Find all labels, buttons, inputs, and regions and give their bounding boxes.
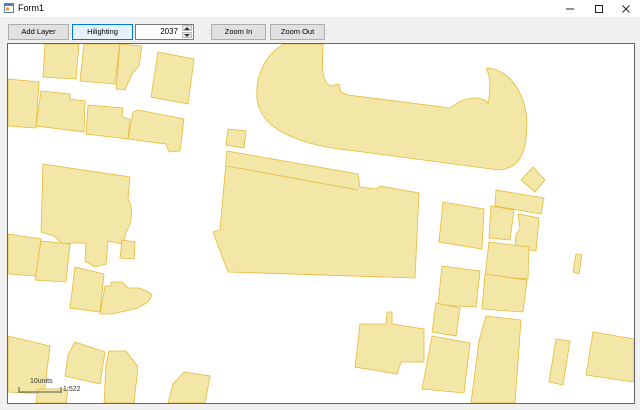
feature-id-stepper[interactable]: 2037: [135, 24, 194, 40]
building-polygon[interactable]: [34, 240, 71, 283]
building-polygon[interactable]: [421, 335, 471, 394]
building-polygon[interactable]: [115, 44, 143, 91]
building-polygon[interactable]: [99, 281, 153, 315]
building-polygon[interactable]: [481, 273, 528, 313]
add-layer-button[interactable]: Add Layer: [8, 24, 69, 40]
building-polygon[interactable]: [79, 44, 121, 85]
building-polygon[interactable]: [431, 302, 461, 337]
building-polygon[interactable]: [150, 51, 195, 105]
building-polygon[interactable]: [35, 90, 86, 133]
building-polygon[interactable]: [69, 266, 105, 313]
building-polygon[interactable]: [484, 241, 530, 280]
building-polygon[interactable]: [548, 338, 571, 386]
title-bar: Form1: [0, 0, 640, 18]
building-polygon[interactable]: [167, 371, 211, 403]
app-form-icon: [4, 3, 14, 13]
stepper-up-button[interactable]: [182, 25, 192, 31]
building-layer: [8, 44, 634, 403]
scale-bar-ruler: [18, 387, 62, 393]
building-polygon[interactable]: [42, 44, 80, 80]
close-icon: [612, 4, 640, 14]
stepper-value[interactable]: 2037: [136, 25, 180, 39]
scale-bar-label: 10units: [30, 378, 53, 385]
building-polygon[interactable]: [8, 233, 42, 277]
building-polygon[interactable]: [572, 253, 583, 275]
zoom-out-button[interactable]: Zoom Out: [270, 24, 325, 40]
minimize-button[interactable]: [556, 0, 584, 17]
building-polygon[interactable]: [127, 109, 185, 153]
building-polygon[interactable]: [437, 265, 481, 308]
building-polygon[interactable]: [212, 150, 420, 279]
scale-bar: 10units 1:522: [16, 378, 96, 400]
building-polygon[interactable]: [85, 104, 131, 140]
chevron-down-icon: [184, 34, 190, 37]
close-button[interactable]: [612, 0, 640, 17]
maximize-icon: [585, 4, 613, 14]
minimize-icon: [556, 4, 584, 14]
zoom-in-button[interactable]: Zoom In: [211, 24, 266, 40]
building-polygon[interactable]: [256, 44, 528, 171]
building-polygon[interactable]: [438, 201, 485, 250]
building-polygon[interactable]: [488, 205, 515, 241]
building-polygon[interactable]: [585, 331, 634, 383]
hilighting-button[interactable]: Hilighting: [72, 24, 133, 40]
building-polygon[interactable]: [119, 239, 136, 260]
window-title: Form1: [18, 3, 45, 13]
building-polygon[interactable]: [225, 128, 247, 149]
building-polygon[interactable]: [354, 311, 425, 375]
building-polygon[interactable]: [520, 166, 546, 193]
map-canvas[interactable]: 10units 1:522: [7, 43, 635, 404]
scale-ratio-text: 1:522: [63, 386, 81, 393]
chevron-up-icon: [184, 27, 190, 30]
building-polygon[interactable]: [103, 350, 139, 403]
building-polygon[interactable]: [470, 315, 522, 403]
building-polygon[interactable]: [8, 78, 40, 129]
stepper-down-button[interactable]: [182, 32, 192, 38]
maximize-button[interactable]: [585, 0, 613, 17]
